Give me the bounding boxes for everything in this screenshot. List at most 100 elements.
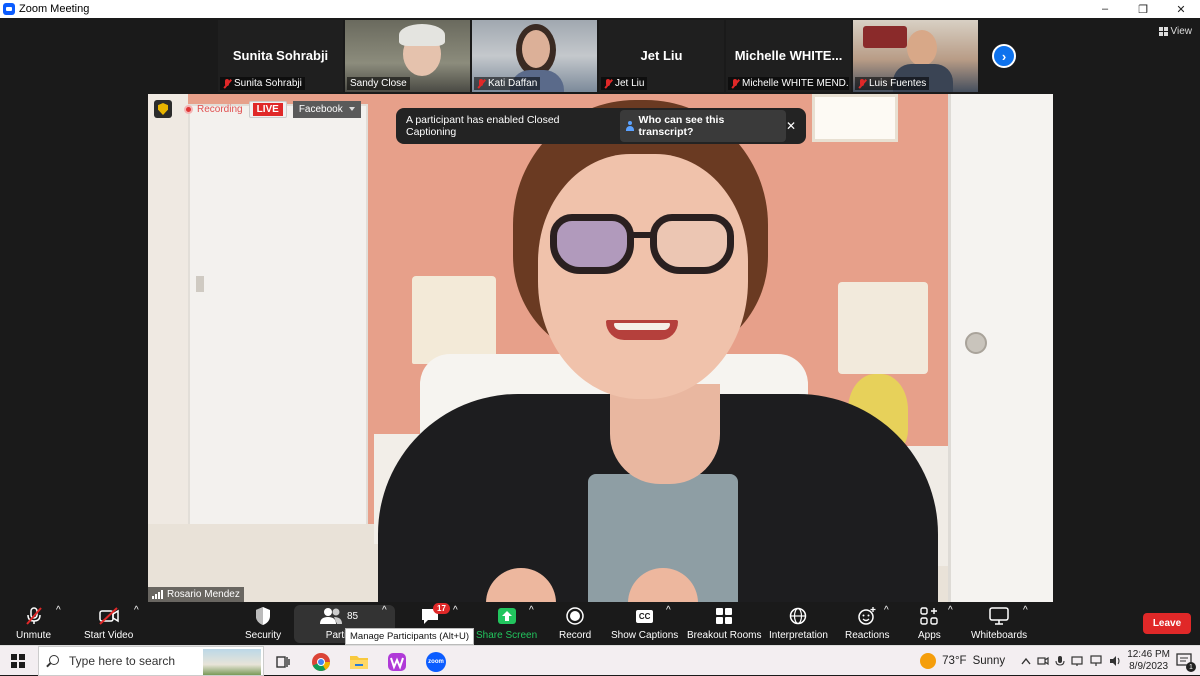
chrome-icon[interactable] — [310, 651, 332, 673]
whiteboards-button[interactable]: Whiteboards — [971, 605, 1027, 641]
participant-display-name: Sunita Sohrabji — [232, 48, 329, 63]
notifications-button[interactable]: 1 — [1176, 652, 1196, 672]
chat-options-caret[interactable]: ^ — [453, 605, 458, 616]
meet-now-icon[interactable] — [1037, 655, 1049, 667]
captions-options-caret[interactable]: ^ — [666, 605, 671, 616]
taskbar-search-box[interactable]: Type here to search — [38, 646, 264, 676]
chat-unread-badge: 17 — [433, 603, 450, 614]
shield-icon — [256, 607, 271, 625]
view-label: View — [1170, 26, 1193, 37]
participant-name: Luis Fuentes — [869, 78, 927, 89]
participant-tile[interactable]: Jet Liu Jet Liu — [599, 20, 724, 92]
participant-tile[interactable]: Sunita Sohrabji Sunita Sohrabji — [218, 20, 343, 92]
cc-banner-message: A participant has enabled Closed Caption… — [406, 114, 560, 138]
record-button[interactable]: Record — [559, 605, 591, 641]
search-placeholder: Type here to search — [69, 654, 176, 668]
reactions-options-caret[interactable]: ^ — [884, 605, 889, 616]
globe-icon — [790, 607, 807, 625]
file-explorer-icon[interactable] — [348, 651, 370, 673]
start-video-button[interactable]: Start Video — [84, 605, 133, 641]
breakout-rooms-icon — [716, 608, 733, 624]
restore-button[interactable]: ❐ — [1124, 0, 1162, 18]
participant-label: Luis Fuentes — [855, 77, 930, 90]
chat-button[interactable]: 17 — [420, 603, 450, 630]
muted-mic-icon — [477, 78, 485, 89]
leave-button[interactable]: Leave — [1143, 613, 1191, 634]
participants-options-caret[interactable]: ^ — [382, 605, 387, 616]
participant-video-tile[interactable]: Kati Daffan — [472, 20, 597, 92]
system-tray: 73°F Sunny 12:46 PM 8/9/2023 1 — [920, 646, 1200, 676]
zoom-logo-icon — [3, 3, 15, 15]
search-highlight-image — [203, 649, 261, 675]
speaker-name-label: Rosario Mendez — [148, 587, 244, 602]
muted-mic-icon — [25, 607, 42, 625]
security-button[interactable]: Security — [245, 605, 281, 641]
grid-view-icon — [1158, 27, 1168, 36]
windows-start-icon[interactable] — [11, 654, 25, 668]
lamp — [412, 276, 496, 364]
transcript-visibility-link[interactable]: Who can see this transcript? — [619, 110, 786, 142]
unmute-button[interactable]: Unmute — [16, 605, 51, 641]
muted-mic-icon — [731, 78, 739, 89]
weather-description[interactable]: Sunny — [973, 655, 1006, 667]
livestream-dropdown[interactable]: Facebook — [292, 100, 361, 118]
meeting-toolbar: Unmute ^ Start Video ^ Security 85 Parti… — [0, 603, 1200, 645]
participant-display-name: Jet Liu — [640, 48, 683, 63]
display-icon[interactable] — [1071, 655, 1083, 667]
audio-options-caret[interactable]: ^ — [56, 605, 61, 616]
window-title: Zoom Meeting — [19, 3, 90, 15]
apps-options-caret[interactable]: ^ — [948, 605, 953, 616]
microphone-icon[interactable] — [1055, 655, 1065, 667]
view-button[interactable]: View — [1158, 26, 1193, 37]
speaker-name: Rosario Mendez — [167, 589, 240, 600]
signal-strength-icon — [152, 590, 163, 599]
show-hidden-icons-chevron-icon[interactable] — [1021, 657, 1031, 665]
network-icon[interactable] — [1089, 655, 1103, 667]
volume-icon[interactable] — [1109, 655, 1121, 667]
share-options-caret[interactable]: ^ — [529, 605, 534, 616]
active-speaker-video[interactable]: Recording LIVE Facebook A participant ha… — [148, 94, 1053, 602]
participant-label: Michelle WHITE MEND... — [728, 77, 849, 90]
minimize-button[interactable]: – — [1086, 0, 1124, 18]
share-screen-icon — [497, 608, 516, 624]
reactions-button[interactable]: Reactions — [845, 605, 889, 641]
cc-icon: CC — [635, 609, 654, 623]
meeting-area: Sunita Sohrabji Sunita Sohrabji Sandy Cl… — [0, 18, 1200, 603]
participant-label: Jet Liu — [601, 77, 648, 90]
person-icon — [625, 121, 634, 131]
weather-sun-icon[interactable] — [920, 653, 937, 669]
task-view-icon[interactable] — [272, 651, 294, 673]
background-door — [188, 104, 368, 534]
whiteboards-options-caret[interactable]: ^ — [1023, 605, 1028, 616]
participant-name: Jet Liu — [615, 78, 645, 89]
participant-tile[interactable]: Michelle WHITE... Michelle WHITE MEND... — [726, 20, 851, 92]
close-banner-button[interactable]: ✕ — [786, 119, 796, 133]
chevron-down-icon — [348, 107, 355, 111]
taskbar-clock[interactable]: 12:46 PM 8/9/2023 — [1127, 649, 1170, 673]
recording-label: Recording — [197, 103, 243, 115]
zoom-icon[interactable]: zoom — [425, 651, 447, 673]
interpretation-button[interactable]: Interpretation — [769, 605, 828, 641]
clock-date: 8/9/2023 — [1129, 661, 1169, 672]
recording-indicator[interactable]: Recording — [184, 104, 243, 115]
gallery-strip: Sunita Sohrabji Sunita Sohrabji Sandy Cl… — [218, 20, 978, 92]
muted-mic-icon — [858, 78, 866, 89]
muted-mic-icon — [223, 78, 231, 89]
wps-icon[interactable] — [386, 651, 408, 673]
participant-label: Kati Daffan — [474, 77, 541, 90]
share-screen-button[interactable]: Share Screen — [476, 605, 537, 641]
next-page-arrow-icon[interactable]: › — [992, 44, 1016, 68]
video-options-caret[interactable]: ^ — [134, 605, 139, 616]
live-badge[interactable]: LIVE — [248, 100, 287, 118]
apps-button[interactable]: Apps — [918, 605, 941, 641]
breakout-rooms-button[interactable]: Breakout Rooms — [687, 605, 761, 641]
participant-video-tile[interactable]: Luis Fuentes — [853, 20, 978, 92]
participant-name: Sandy Close — [350, 78, 407, 89]
encryption-shield-icon[interactable] — [154, 100, 172, 118]
participants-tooltip: Manage Participants (Alt+U) — [345, 628, 475, 645]
participant-video-tile[interactable]: Sandy Close — [345, 20, 470, 92]
whiteboard-icon — [989, 607, 1009, 625]
weather-temperature[interactable]: 73°F — [942, 655, 966, 667]
closed-captioning-banner: A participant has enabled Closed Caption… — [396, 108, 806, 144]
close-window-button[interactable]: ✕ — [1162, 0, 1200, 18]
